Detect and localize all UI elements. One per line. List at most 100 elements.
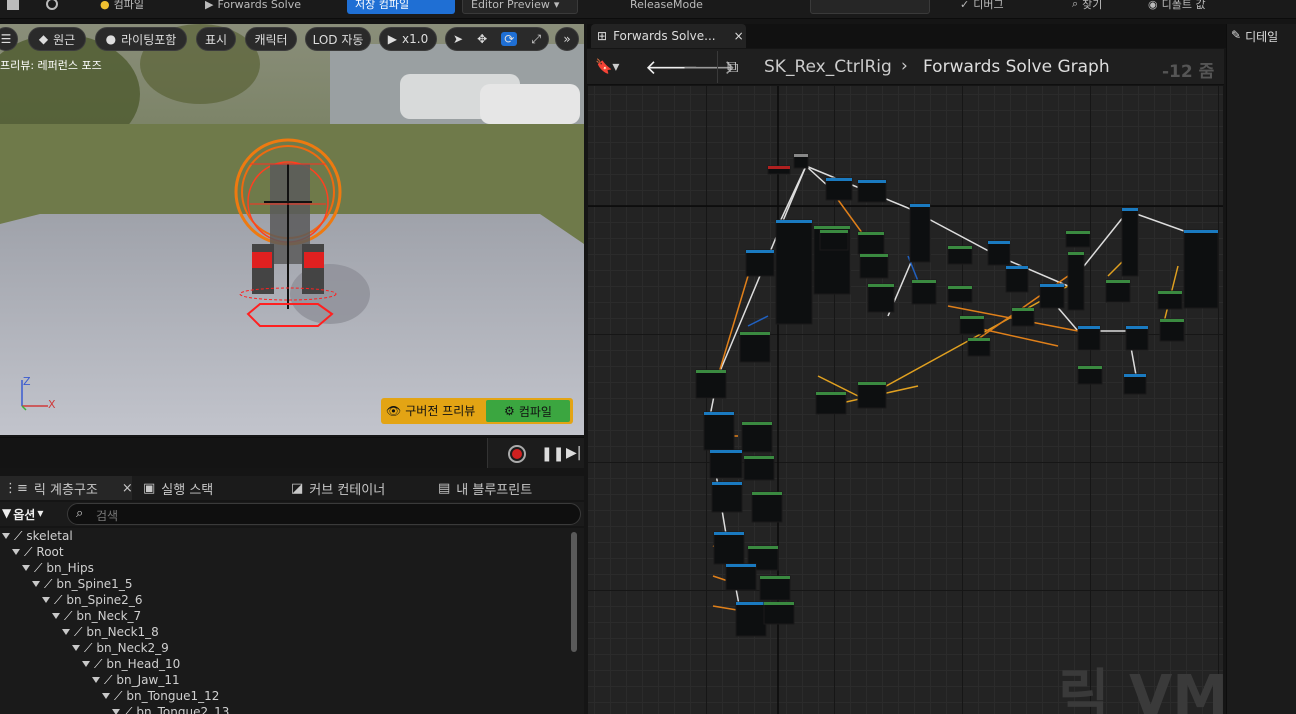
save-icon[interactable]: [6, 0, 20, 14]
graph-header: 🔖▾ 🡐 🡒 ⧉ SK_Rex_CtrlRig › Forwards Solve…: [587, 49, 1224, 85]
step-forward-icon[interactable]: ▶|: [566, 445, 581, 461]
playback-speed-button[interactable]: ▶ x1.0: [379, 27, 437, 51]
graph-node: [825, 177, 853, 201]
graph-node-header: [752, 492, 782, 495]
play-icon: ▶: [205, 0, 214, 11]
preview-mode-label: 프리뷰: 레퍼런스 포즈: [0, 59, 102, 72]
hamburger-icon: ☰: [0, 32, 12, 46]
find-button[interactable]: ⌕ 찾기: [1072, 0, 1102, 14]
bone-icon: ⟋: [54, 592, 63, 607]
tree-item[interactable]: ⟋ skeletal: [2, 528, 73, 544]
bottom-panel-tabs: ⋮≡ 릭 계층구조 × ▣ 실행 스택 ◪ 커브 컨테이너 ▤ 내 블루프린트: [0, 476, 584, 500]
graph-node: [987, 240, 1011, 266]
tab-execution-stack[interactable]: ▣ 실행 스택: [143, 476, 213, 500]
tree-item[interactable]: ⟋ bn_Tongue1_12: [102, 688, 219, 704]
bookmark-icon[interactable]: 🔖▾: [595, 59, 619, 75]
more-options-button[interactable]: »: [555, 27, 579, 51]
preview-viewport[interactable]: Z X 👁 구버전 프리뷰 ⚙ 컴파일: [0, 24, 584, 435]
perspective-button[interactable]: ◆ 원근: [28, 27, 86, 51]
tree-item[interactable]: ⟋ bn_Neck2_9: [72, 640, 169, 656]
close-icon[interactable]: ×: [122, 481, 133, 496]
expand-triangle-icon[interactable]: [82, 661, 90, 667]
graph-node-header: [746, 250, 774, 253]
debug-button[interactable]: ✓ 디버그: [960, 0, 1004, 14]
expand-triangle-icon[interactable]: [112, 709, 120, 714]
graph-node-header: [948, 286, 972, 289]
graph-node-header: [704, 412, 734, 415]
editor-preview-dropdown[interactable]: Editor Preview ▾: [462, 0, 578, 14]
tab-curve-container[interactable]: ◪ 커브 컨테이너: [291, 476, 385, 500]
scale-icon[interactable]: ⤢: [531, 32, 541, 47]
graph-node: [775, 219, 813, 325]
viewport-compile-button[interactable]: ⚙ 컴파일: [486, 400, 570, 422]
curve-icon: ◪: [291, 480, 304, 496]
graph-node: [1039, 283, 1065, 309]
select-icon[interactable]: ➤: [453, 32, 463, 46]
debug-object-dropdown[interactable]: [810, 0, 930, 14]
graph-node-header: [826, 178, 852, 181]
viewport-menu-button[interactable]: ☰: [0, 27, 18, 51]
tree-item[interactable]: ⟋ bn_Neck1_8: [62, 624, 159, 640]
tab-rig-hierarchy[interactable]: ⋮≡ 릭 계층구조 ×: [0, 476, 133, 500]
tree-item[interactable]: ⟋ bn_Neck_7: [52, 608, 141, 624]
zoom-level: -12 줌: [1162, 62, 1215, 82]
stale-preview-label-wrap: 👁 구버전 프리뷰: [386, 403, 476, 419]
graph-node: [695, 369, 727, 399]
tree-item[interactable]: ⟋ bn_Tongue2_13: [112, 704, 229, 714]
expand-triangle-icon[interactable]: [2, 533, 10, 539]
forwards-solve-button[interactable]: ▶ Forwards Solve: [205, 0, 301, 14]
breadcrumb-root[interactable]: SK_Rex_CtrlRig: [764, 57, 892, 77]
tree-scrollbar[interactable]: [571, 532, 577, 652]
compile-toolbar-button[interactable]: ● 컴파일: [100, 0, 144, 14]
graph-node-header: [988, 241, 1010, 244]
tab-my-blueprint[interactable]: ▤ 내 블루프린트: [438, 476, 532, 500]
default-values-button[interactable]: ◉ 디폴트 값: [1148, 0, 1206, 14]
graph-node: [741, 421, 773, 453]
graph-node-header: [714, 532, 744, 535]
expand-triangle-icon[interactable]: [52, 613, 60, 619]
save-compile-button[interactable]: 저장 컴파일: [347, 0, 455, 14]
graph-node-header: [1124, 374, 1146, 377]
compile-status-icon: ●: [100, 0, 110, 11]
graph-wire: [747, 315, 769, 327]
tree-item[interactable]: ⟋ bn_Hips: [22, 560, 94, 576]
bone-icon: ⟋: [24, 544, 33, 559]
tree-item-label: bn_Jaw_11: [116, 673, 180, 687]
tree-item[interactable]: ⟋ bn_Spine1_5: [32, 576, 132, 592]
graph-node-header: [868, 284, 894, 287]
browse-icon[interactable]: [44, 0, 60, 14]
expand-triangle-icon[interactable]: [22, 565, 30, 571]
main-toolbar: ● 컴파일 ▶ Forwards Solve 저장 컴파일 Editor Pre…: [0, 0, 1296, 19]
axis-z-label: Z: [23, 375, 31, 388]
tree-item[interactable]: ⟋ bn_Spine2_6: [42, 592, 142, 608]
timeline-track[interactable]: [0, 438, 488, 468]
lod-button[interactable]: LOD 자동: [305, 27, 371, 51]
tab-forwards-solve[interactable]: ⊞ Forwards Solve... ×: [591, 24, 746, 48]
expand-triangle-icon[interactable]: [72, 645, 80, 651]
move-icon[interactable]: ✥: [477, 32, 487, 46]
expand-triangle-icon[interactable]: [62, 629, 70, 635]
graph-node-header: [1068, 252, 1084, 255]
tree-item[interactable]: ⟋ Root: [12, 544, 64, 560]
expand-triangle-icon[interactable]: [102, 693, 110, 699]
expand-triangle-icon[interactable]: [42, 597, 50, 603]
record-button[interactable]: [508, 445, 526, 463]
graph-node-header: [742, 422, 772, 425]
details-tab[interactable]: ✎ 디테일: [1231, 28, 1278, 45]
expand-triangle-icon[interactable]: [32, 581, 40, 587]
tree-item[interactable]: ⟋ bn_Jaw_11: [92, 672, 180, 688]
options-dropdown[interactable]: ▼ 옵션 ▾: [2, 506, 43, 523]
pause-icon[interactable]: ❚❚: [541, 446, 564, 462]
node-graph-canvas[interactable]: 릭 VM: [588, 86, 1223, 714]
rotate-icon[interactable]: ⟳: [501, 32, 518, 46]
character-button[interactable]: 캐릭터: [245, 27, 297, 51]
show-button[interactable]: 표시: [196, 27, 236, 51]
lighting-button[interactable]: ● 라이팅포함: [95, 27, 187, 51]
release-mode-button[interactable]: ReleaseMode: [630, 0, 703, 14]
axis-gizmo: [21, 380, 48, 411]
close-icon[interactable]: ×: [734, 29, 744, 43]
expand-triangle-icon[interactable]: [12, 549, 20, 555]
expand-triangle-icon[interactable]: [92, 677, 100, 683]
tree-item[interactable]: ⟋ bn_Head_10: [82, 656, 180, 672]
hierarchy-search-input[interactable]: ⌕ 검색: [67, 503, 581, 525]
